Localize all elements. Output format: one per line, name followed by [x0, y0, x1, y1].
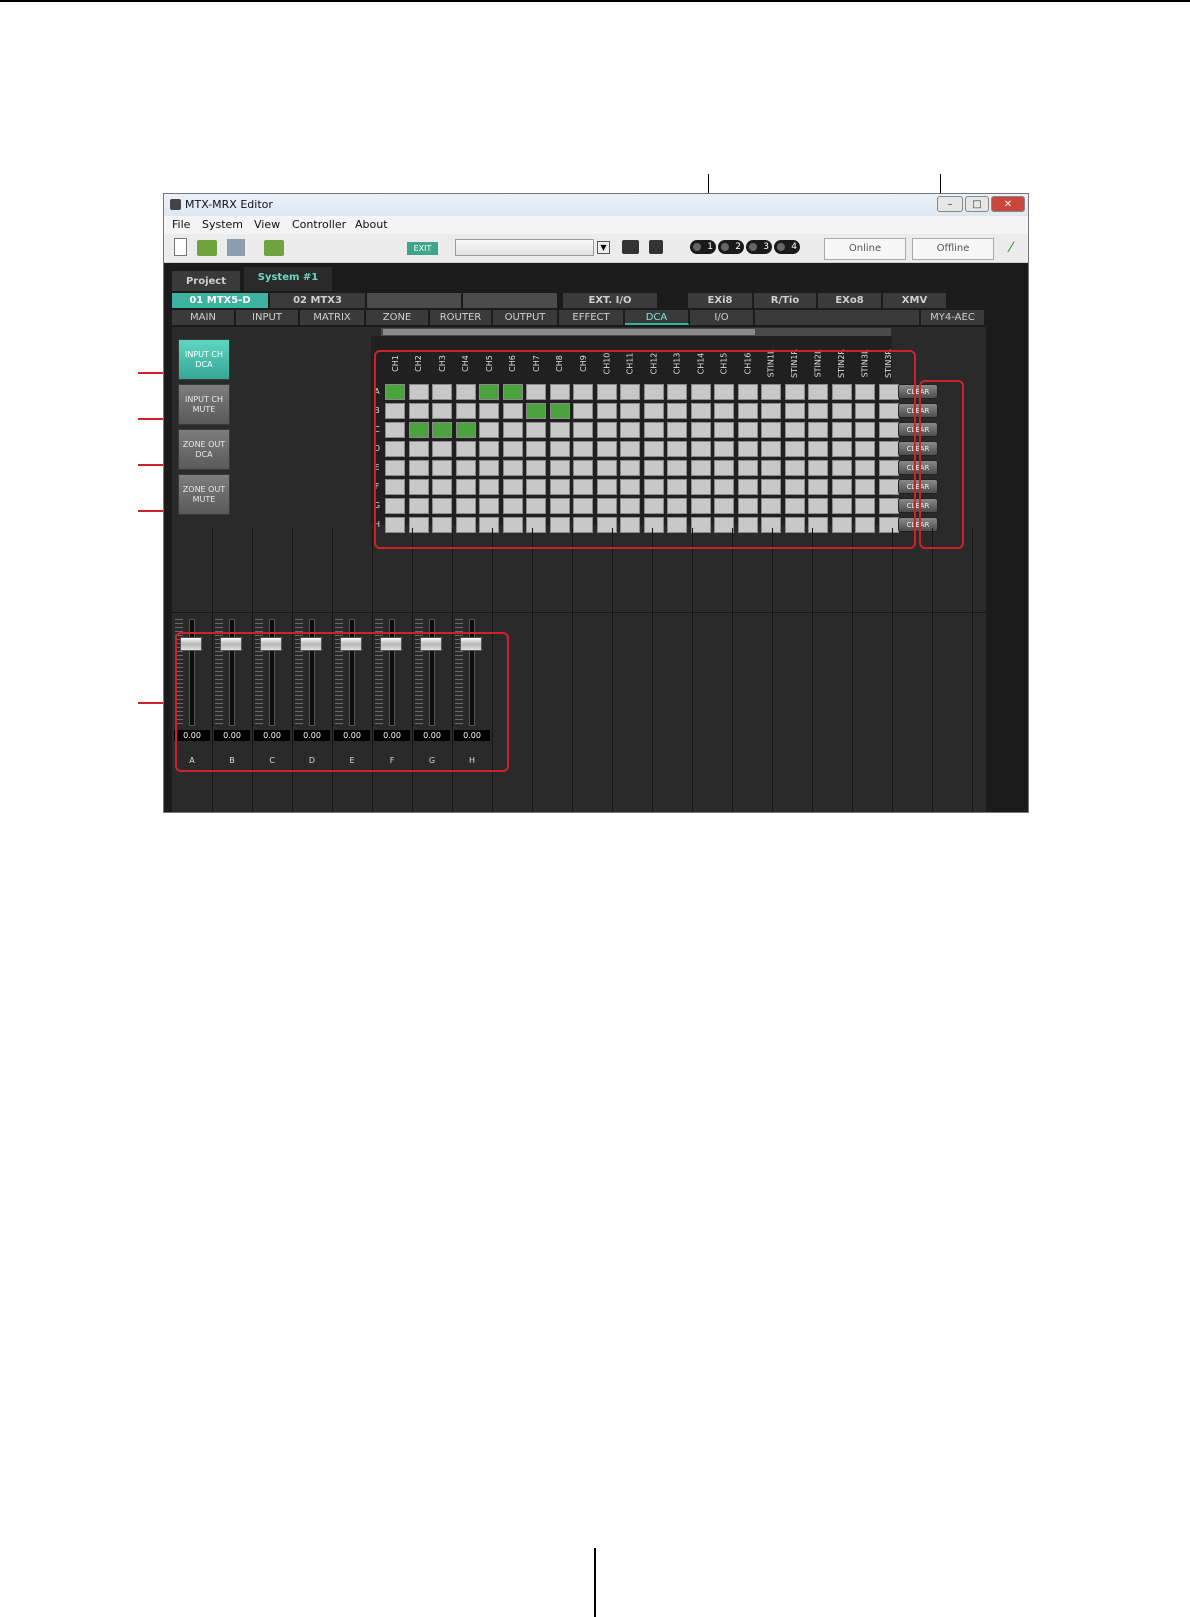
device-tab-empty-2[interactable]	[463, 293, 558, 308]
tab-effect[interactable]: EFFECT	[559, 310, 624, 325]
toolbar: EXIT ▼ 1 2 3 4 Online Offline ⁄	[164, 234, 1028, 263]
device-tab-mtx5d[interactable]: 01 MTX5-D	[172, 293, 269, 308]
device-tab-xmv[interactable]: XMV	[883, 293, 947, 308]
menu-about[interactable]: About	[355, 218, 388, 231]
preset-1-button[interactable]: 1	[690, 240, 716, 254]
btn-line: INPUT CH	[184, 349, 224, 359]
device-tab-exo8[interactable]: EXo8	[818, 293, 882, 308]
tab-zone[interactable]: ZONE	[366, 310, 429, 325]
input-ch-dca-button[interactable]: INPUT CH DCA	[178, 339, 230, 380]
btn-line: DCA	[195, 449, 213, 459]
tab-main[interactable]: MAIN	[172, 310, 235, 325]
btn-line: DCA	[195, 359, 213, 369]
highlight-clear	[919, 380, 964, 549]
connection-icon[interactable]: ⁄	[1004, 240, 1018, 256]
btn-line: ZONE OUT	[182, 439, 226, 449]
title-bar: MTX-MRX Editor – □ ✕	[164, 194, 1028, 216]
input-ch-dca-label: INPUT CH DCA	[185, 350, 223, 370]
zone-out-dca-button[interactable]: ZONE OUT DCA	[178, 429, 230, 470]
device-select[interactable]	[455, 239, 594, 256]
close-button[interactable]: ✕	[991, 196, 1025, 212]
tab-blank	[755, 310, 920, 325]
page-top-rule	[0, 0, 1190, 2]
zone-out-mute-label: ZONE OUT MUTE	[183, 485, 225, 505]
preset-2-button[interactable]: 2	[718, 240, 744, 254]
matrix-scrollbar[interactable]	[381, 328, 891, 336]
online-button[interactable]: Online	[824, 238, 906, 260]
tab-my4-aec[interactable]: MY4-AEC	[921, 310, 985, 325]
btn-line: MUTE	[192, 494, 216, 504]
btn-line: MUTE	[192, 404, 216, 414]
camera-icon[interactable]	[622, 240, 639, 254]
menu-view[interactable]: View	[254, 218, 280, 231]
zone-out-dca-label: ZONE OUT DCA	[183, 440, 225, 460]
menu-file[interactable]: File	[172, 218, 190, 231]
btn-line: INPUT CH	[184, 394, 224, 404]
device-tab-exi8[interactable]: EXi8	[688, 293, 753, 308]
menu-bar: File System View Controller About	[164, 216, 1028, 234]
tab-input[interactable]: INPUT	[236, 310, 299, 325]
highlight-matrix	[374, 350, 916, 549]
preset-3-button[interactable]: 3	[746, 240, 772, 254]
minimize-button[interactable]: –	[937, 196, 963, 212]
tab-project[interactable]: Project	[172, 271, 240, 291]
menu-controller[interactable]: Controller	[292, 218, 346, 231]
tab-dca[interactable]: DCA	[625, 310, 689, 325]
chevron-down-icon[interactable]: ▼	[597, 241, 610, 254]
window-title: MTX-MRX Editor	[185, 198, 273, 211]
btn-line: ZONE OUT	[182, 484, 226, 494]
tab-router[interactable]: ROUTER	[430, 310, 492, 325]
upload-icon[interactable]	[264, 240, 284, 256]
page-bottom-rule	[594, 1548, 596, 1617]
tab-matrix[interactable]: MATRIX	[300, 310, 365, 325]
preset-4-button[interactable]: 4	[774, 240, 800, 254]
device-tab-empty-1[interactable]	[367, 293, 462, 308]
tab-output[interactable]: OUTPUT	[493, 310, 558, 325]
link-icon[interactable]	[649, 240, 663, 254]
tab-system-1[interactable]: System #1	[244, 267, 332, 291]
device-tab-rtio[interactable]: R/Tio	[754, 293, 817, 308]
scrollbar-thumb[interactable]	[383, 329, 755, 335]
app-icon	[170, 199, 181, 210]
new-file-icon[interactable]	[174, 238, 187, 256]
input-ch-mute-label: INPUT CH MUTE	[185, 395, 223, 415]
menu-system[interactable]: System	[202, 218, 243, 231]
zone-out-mute-button[interactable]: ZONE OUT MUTE	[178, 474, 230, 515]
device-tab-mtx3[interactable]: 02 MTX3	[270, 293, 366, 308]
offline-button[interactable]: Offline	[912, 238, 994, 260]
input-ch-mute-button[interactable]: INPUT CH MUTE	[178, 384, 230, 425]
open-file-icon[interactable]	[197, 240, 217, 256]
maximize-button[interactable]: □	[965, 196, 989, 212]
highlight-faders	[175, 632, 509, 772]
exit-badge[interactable]: EXIT	[407, 242, 438, 255]
tab-io[interactable]: I/O	[690, 310, 754, 325]
network-icon[interactable]	[227, 239, 245, 256]
device-tab-ext-io[interactable]: EXT. I/O	[563, 293, 658, 308]
